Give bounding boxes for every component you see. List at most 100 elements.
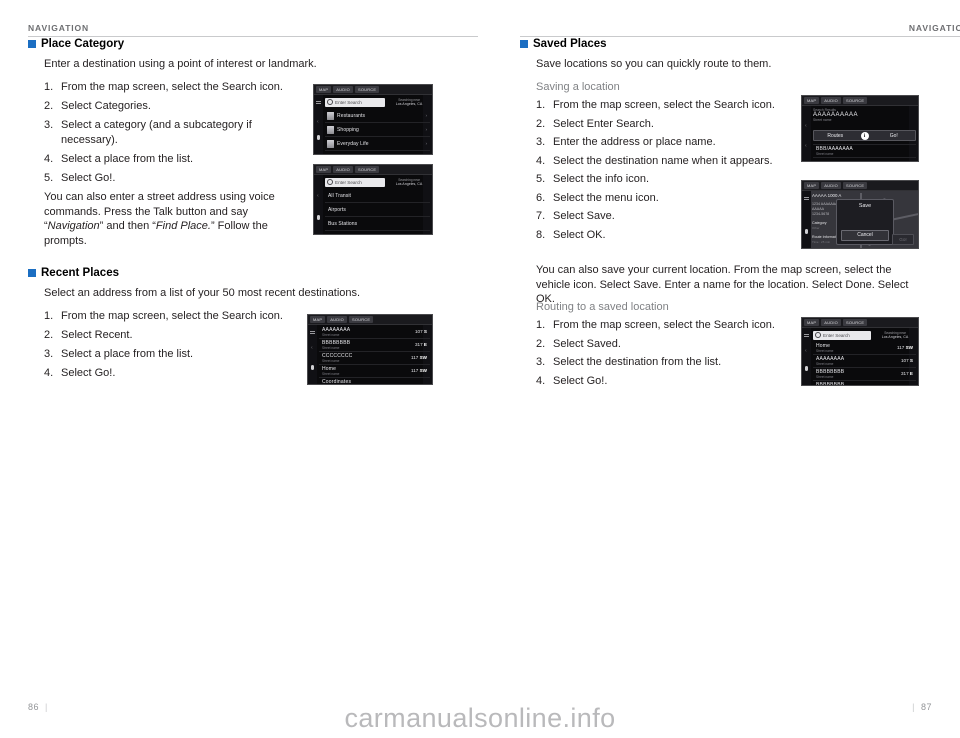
search-icon — [815, 332, 821, 338]
list-item[interactable]: Home Street name 117 SW — [813, 342, 916, 355]
list-item[interactable]: Restaurants › — [325, 109, 430, 123]
tab-source[interactable]: SOURCE — [842, 319, 868, 326]
routing-saved-steps: 1. From the map screen, select the Searc… — [536, 318, 801, 392]
go-button[interactable]: Go! — [892, 234, 914, 245]
step-text: Select a category (and a subcategory if … — [61, 119, 252, 146]
recent-list: AAAAAAAA Street name 107 S BBBBBBBB Stre… — [319, 326, 430, 384]
microphone-icon[interactable] — [311, 365, 314, 370]
tab-source[interactable]: SOURCE — [354, 166, 380, 173]
place-name: Coordinates — [322, 379, 352, 385]
step-text: Select the destination name when it appe… — [553, 154, 773, 167]
menu-icon[interactable] — [316, 101, 321, 105]
screenshot-categories: MAP AUDIO SOURCE ‹ Enter Search Searchin… — [313, 84, 433, 155]
chevron-right-icon: › — [425, 141, 428, 146]
routes-button[interactable]: Routes — [814, 133, 857, 139]
list-item[interactable]: Home Street name 117 SW — [319, 365, 430, 378]
menu-icon[interactable] — [804, 334, 809, 338]
list-item[interactable]: Car Rental — [325, 231, 430, 234]
microphone-icon[interactable] — [805, 366, 808, 371]
step-number: 4. — [536, 154, 546, 167]
list-item[interactable]: AAAAAAAA Street name 107 S — [319, 326, 430, 339]
tab-audio[interactable]: AUDIO — [821, 97, 841, 104]
step-text: Select the destination from the list. — [553, 356, 722, 368]
step-text: Select Go!. — [553, 374, 608, 387]
go-button[interactable]: Go! — [873, 133, 916, 139]
search-input[interactable]: Enter Search — [325, 97, 385, 107]
search-region[interactable]: Searching near Los Angeles, CA — [388, 178, 430, 187]
place-category-steps: 1. From the map screen, select the Searc… — [44, 80, 309, 190]
list-item[interactable]: Bus Stations — [325, 217, 430, 231]
scroll-left-icon[interactable]: ‹ — [317, 193, 319, 199]
search-row: Enter Search Searching near Los Angeles,… — [813, 330, 916, 340]
subheading-routing-to-saved: Routing to a saved location — [536, 301, 669, 313]
search-region[interactable]: Searching near Los Angeles, CA — [388, 98, 430, 107]
menu-icon[interactable] — [310, 331, 315, 335]
step-text: Select Saved. — [553, 337, 621, 350]
scroll-left-icon[interactable]: ‹ — [805, 348, 807, 354]
tab-map[interactable]: MAP — [310, 316, 326, 323]
list-item[interactable]: BBBBBBBB Street name 317 E — [319, 339, 430, 352]
list-item[interactable]: Everyday Life › — [325, 137, 430, 151]
tab-map[interactable]: MAP — [316, 86, 332, 93]
list-item: 1. From the map screen, select the Searc… — [536, 318, 801, 333]
microphone-icon[interactable] — [317, 215, 320, 220]
step-text: From the map screen, select the Search i… — [553, 99, 775, 111]
step-text: Enter the address or place name. — [553, 136, 716, 148]
list-item[interactable]: Gas Stations — [325, 151, 430, 154]
tab-source[interactable]: SOURCE — [354, 86, 380, 93]
list-item[interactable]: Airports — [325, 203, 430, 217]
tab-audio[interactable]: AUDIO — [333, 166, 353, 173]
scroll-left-icon[interactable]: ‹ — [805, 143, 807, 149]
search-input[interactable]: Enter Search — [325, 177, 385, 187]
scroll-left-icon[interactable]: ‹ — [317, 119, 319, 125]
distance: 107 S — [900, 358, 913, 363]
screenshot-search-result: MAP AUDIO SOURCE ‹ ‹ Search Results AAAA… — [801, 95, 919, 162]
place-sub: Street name — [322, 333, 340, 337]
list-item[interactable]: BBBBBBBB 1346? E — [813, 381, 916, 385]
list-item[interactable]: AAAAAAAA Street name 107 S — [813, 355, 916, 368]
left-rail — [802, 106, 811, 161]
tab-source[interactable]: SOURCE — [348, 316, 374, 323]
microphone-icon[interactable] — [317, 135, 320, 140]
tab-audio[interactable]: AUDIO — [821, 319, 841, 326]
search-input[interactable]: Enter Search — [813, 330, 871, 340]
distance: 107 S — [414, 329, 427, 334]
list-item[interactable]: BBBBBBBB Street name 317 E — [813, 368, 916, 381]
step-text: Select Go!. — [61, 171, 116, 184]
search-region[interactable]: Searching near Los Angeles, CA — [874, 331, 916, 340]
menu-icon[interactable] — [804, 197, 809, 201]
scroll-left-icon[interactable]: ‹ — [805, 123, 807, 129]
list-item: 5. Select the info icon. — [536, 172, 801, 187]
list-item[interactable]: Shopping › — [325, 123, 430, 137]
place-name: BBB/AAAAAAA — [816, 146, 853, 152]
list-item[interactable]: CCCCCCCC Street name 117 SW — [319, 352, 430, 365]
cancel-button[interactable]: Cancel — [841, 230, 889, 241]
section-heading-label: Recent Places — [41, 267, 119, 279]
tab-audio[interactable]: AUDIO — [327, 316, 347, 323]
distance: 1346? E — [896, 384, 913, 385]
tab-audio[interactable]: AUDIO — [821, 182, 841, 189]
step-number: 2. — [536, 117, 546, 130]
list-item[interactable]: BBB/AAAAAAA Street name — [813, 144, 916, 158]
list-item: 3. Select a place from the list. — [44, 347, 309, 362]
step-number: 2. — [44, 100, 54, 112]
running-head-right-label: NAVIGATION — [908, 23, 960, 33]
scroll-left-icon[interactable]: ‹ — [311, 345, 313, 351]
list-item[interactable]: All Transit — [325, 189, 430, 203]
place-name: BBBBBBBB — [322, 340, 351, 346]
tab-map[interactable]: MAP — [316, 166, 332, 173]
info-button[interactable]: i — [857, 131, 873, 140]
tab-audio[interactable]: AUDIO — [333, 86, 353, 93]
distance: 117 SW — [410, 368, 427, 373]
watermark: carmanualsonline.info — [344, 703, 616, 733]
tab-map[interactable]: MAP — [804, 97, 820, 104]
tab-source[interactable]: SOURCE — [842, 182, 868, 189]
list-item[interactable]: Coordinates — [319, 378, 430, 385]
microphone-icon[interactable] — [805, 229, 808, 234]
tab-map[interactable]: MAP — [804, 182, 820, 189]
tab-source[interactable]: SOURCE — [842, 97, 868, 104]
step-text: From the map screen, select the Search i… — [61, 310, 283, 322]
running-head-left-label: NAVIGATION — [28, 23, 90, 33]
subcategory-label: All Transit — [328, 192, 352, 199]
tab-map[interactable]: MAP — [804, 319, 820, 326]
